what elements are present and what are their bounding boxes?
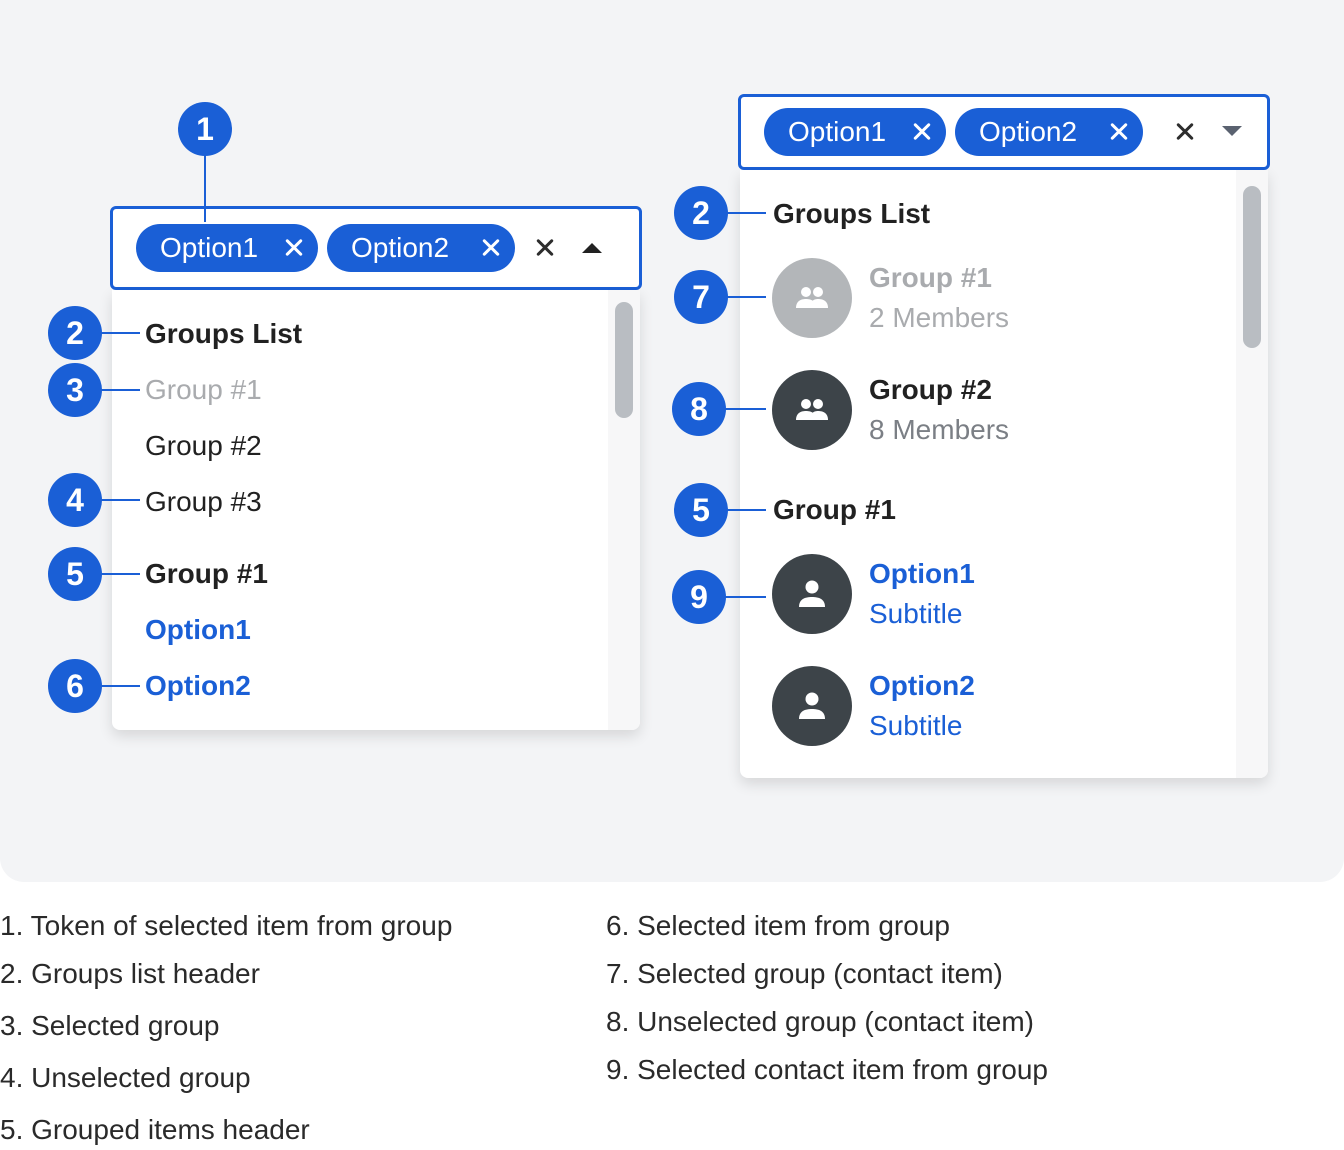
group-icon <box>796 399 828 420</box>
callout-connector <box>100 389 140 391</box>
contact-item-subtitle: Subtitle <box>869 598 963 629</box>
legend-item: 9. Selected contact item from group <box>606 1054 1048 1085</box>
clear-all-icon[interactable] <box>1173 120 1197 144</box>
legend-item: 2. Groups list header <box>0 958 260 989</box>
group-item[interactable]: Group #2 <box>145 429 262 463</box>
group-icon <box>796 287 828 308</box>
groups-list-header: Groups List <box>145 318 303 349</box>
legend-item: 1. Token of selected item from group <box>0 910 453 941</box>
callout-connector <box>100 685 140 687</box>
callout-connector <box>100 499 140 501</box>
token-label: Option2 <box>979 116 1078 147</box>
scrollbar-thumb[interactable] <box>615 302 633 418</box>
group-avatar <box>772 258 852 338</box>
chevron-down-icon[interactable] <box>1222 126 1242 136</box>
callout-connector <box>726 296 766 298</box>
token-label: Option1 <box>160 232 259 263</box>
grouped-items-header: Group #1 <box>145 558 268 589</box>
person-avatar <box>772 554 852 634</box>
left-dropdown-panel: Groups List Group #1 Group #2 Group #3 G… <box>112 290 640 730</box>
legend-item: 3. Selected group <box>0 1010 220 1041</box>
callout-badge: 6 <box>48 659 102 713</box>
contact-item-title[interactable]: Option2 <box>869 669 975 703</box>
token-option2[interactable]: Option2 <box>327 224 515 272</box>
groups-list-header: Groups List <box>773 198 931 229</box>
callout-badge: 3 <box>48 363 102 417</box>
diagram-canvas: Option1 Option2 Groups List Group #1 Gro… <box>0 0 1344 882</box>
person-icon <box>799 580 825 607</box>
right-dropdown-panel: Groups List Group #1 2 Members Group #2 … <box>740 170 1268 778</box>
option-item-selected[interactable]: Option1 <box>145 613 251 647</box>
legend-item: 8. Unselected group (contact item) <box>606 1006 1034 1037</box>
callout-connector <box>724 596 766 598</box>
group-item-selected[interactable]: Group #1 <box>145 373 262 407</box>
callout-badge: 7 <box>674 270 728 324</box>
token-option2[interactable]: Option2 <box>955 108 1143 156</box>
contact-group-title[interactable]: Group #2 <box>869 373 992 407</box>
token-label: Option1 <box>788 116 887 147</box>
callout-connector <box>204 150 206 222</box>
callout-badge: 8 <box>672 382 726 436</box>
callout-badge: 1 <box>178 102 232 156</box>
contact-group-subtitle: 2 Members <box>869 302 1010 333</box>
callout-connector <box>724 408 766 410</box>
callout-badge: 5 <box>674 483 728 537</box>
option-item-selected[interactable]: Option2 <box>145 669 251 703</box>
person-icon <box>799 692 825 719</box>
legend-item: 7. Selected group (contact item) <box>606 958 1003 989</box>
callout-badge: 2 <box>48 306 102 360</box>
callout-connector <box>726 212 766 214</box>
group-item[interactable]: Group #3 <box>145 485 262 519</box>
callout-badge: 2 <box>674 186 728 240</box>
callout-connector <box>100 573 140 575</box>
token-option1[interactable]: Option1 <box>764 108 946 156</box>
legend-item: 6. Selected item from group <box>606 910 950 941</box>
callout-badge: 9 <box>672 570 726 624</box>
token-option1[interactable]: Option1 <box>136 224 318 272</box>
contact-item-subtitle: Subtitle <box>869 710 963 741</box>
legend-item: 5. Grouped items header <box>0 1114 310 1145</box>
right-combobox-field[interactable]: Option1 Option2 <box>738 94 1270 170</box>
grouped-items-header: Group #1 <box>773 494 896 525</box>
clear-all-icon[interactable] <box>533 236 557 260</box>
contact-group-title[interactable]: Group #1 <box>869 261 992 295</box>
contact-item-title[interactable]: Option1 <box>869 557 975 591</box>
chevron-up-icon[interactable] <box>582 243 602 253</box>
contact-group-subtitle: 8 Members <box>869 414 1010 445</box>
callout-connector <box>100 332 140 334</box>
scrollbar-thumb[interactable] <box>1243 186 1261 348</box>
person-avatar <box>772 666 852 746</box>
token-label: Option2 <box>351 232 450 263</box>
legend-item: 4. Unselected group <box>0 1062 251 1093</box>
callout-badge: 4 <box>48 473 102 527</box>
close-icon[interactable] <box>910 120 934 144</box>
group-avatar <box>772 370 852 450</box>
callout-connector <box>726 509 766 511</box>
close-icon[interactable] <box>1107 120 1131 144</box>
left-combobox-field[interactable]: Option1 Option2 <box>110 206 642 290</box>
callout-badge: 5 <box>48 547 102 601</box>
close-icon[interactable] <box>479 236 503 260</box>
close-icon[interactable] <box>282 236 306 260</box>
